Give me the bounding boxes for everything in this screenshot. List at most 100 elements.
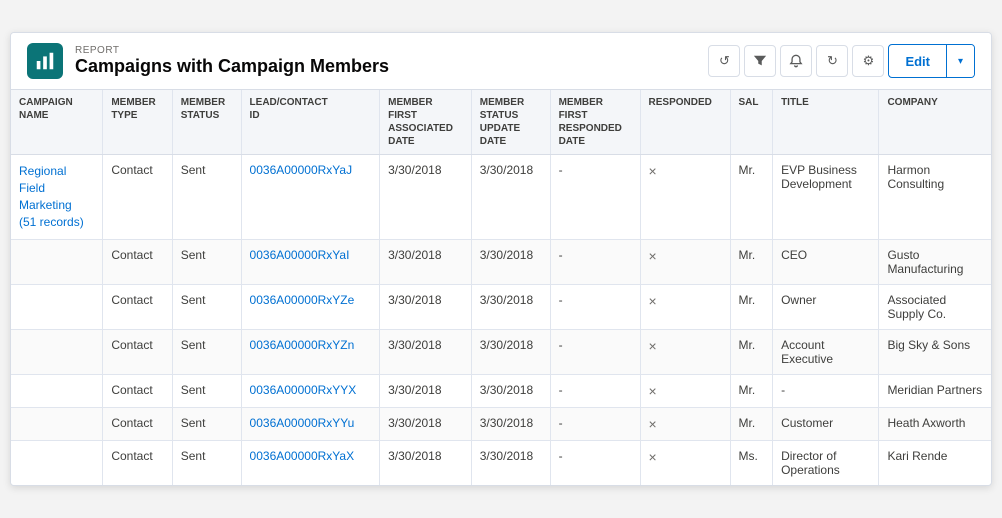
table-row: ContactSent 0036A00000RxYaX 3/30/20183/30/… bbox=[11, 440, 991, 485]
lead-contact-link[interactable]: 0036A00000RxYYX bbox=[250, 383, 357, 397]
x-mark: × bbox=[649, 449, 657, 465]
status-update-date-cell: 3/30/2018 bbox=[471, 239, 550, 284]
sal-cell: Mr. bbox=[730, 374, 773, 407]
th-sal: SAL bbox=[730, 90, 773, 155]
first-responded-date-cell: - bbox=[550, 329, 640, 374]
report-window: REPORT Campaigns with Campaign Members ↺… bbox=[10, 32, 992, 485]
member-type-cell: Contact bbox=[103, 407, 172, 440]
member-type-cell: Contact bbox=[103, 155, 172, 239]
status-update-date-cell: 3/30/2018 bbox=[471, 329, 550, 374]
table-row: ContactSent0036A00000RxYYX3/30/20183/30/… bbox=[11, 374, 991, 407]
company-cell: Meridian Partners bbox=[879, 374, 991, 407]
x-mark: × bbox=[649, 383, 657, 399]
lead-contact-link[interactable]: 0036A00000RxYaX bbox=[250, 449, 355, 463]
table-container: CAMPAIGNNAME MEMBERTYPE MEMBERSTATUS LEA… bbox=[11, 90, 991, 484]
campaign-name-link[interactable]: Regional Field Marketing(51 records) bbox=[19, 164, 84, 228]
settings-button[interactable]: ⚙ bbox=[852, 45, 884, 77]
x-mark: × bbox=[649, 163, 657, 179]
member-status-cell: Sent bbox=[172, 407, 241, 440]
lead-contact-id-cell: 0036A00000RxYaI bbox=[241, 239, 380, 284]
first-assoc-date-cell: 3/30/2018 bbox=[380, 284, 472, 329]
th-company: COMPANY bbox=[879, 90, 991, 155]
refresh-button[interactable]: ↺ bbox=[708, 45, 740, 77]
x-mark: × bbox=[649, 248, 657, 264]
x-mark: × bbox=[649, 338, 657, 354]
table-row: ContactSent0036A00000RxYZn3/30/20183/30/… bbox=[11, 329, 991, 374]
first-responded-date-cell: - bbox=[550, 374, 640, 407]
lead-contact-id-cell: 0036A00000RxYYX bbox=[241, 374, 380, 407]
status-update-date-cell: 3/30/2018 bbox=[471, 407, 550, 440]
x-mark: × bbox=[649, 416, 657, 432]
lead-contact-link[interactable]: 0036A00000RxYaI bbox=[250, 248, 350, 262]
responded-cell: × bbox=[640, 407, 730, 440]
lead-contact-link[interactable]: 0036A00000RxYYu bbox=[250, 416, 355, 430]
campaign-name-cell bbox=[11, 440, 103, 485]
lead-contact-id-cell: 0036A00000RxYaX bbox=[241, 440, 380, 485]
th-campaign-name: CAMPAIGNNAME bbox=[11, 90, 103, 155]
lead-contact-id-cell: 0036A00000RxYZn bbox=[241, 329, 380, 374]
company-cell: Big Sky & Sons bbox=[879, 329, 991, 374]
responded-cell: × bbox=[640, 440, 730, 485]
sal-cell: Mr. bbox=[730, 407, 773, 440]
member-status-cell: Sent bbox=[172, 239, 241, 284]
first-assoc-date-cell: 3/30/2018 bbox=[380, 374, 472, 407]
member-type-cell: Contact bbox=[103, 284, 172, 329]
first-assoc-date-cell: 3/30/2018 bbox=[380, 440, 472, 485]
x-mark: × bbox=[649, 293, 657, 309]
th-title: TITLE bbox=[773, 90, 879, 155]
sal-cell: Mr. bbox=[730, 155, 773, 239]
member-type-cell: Contact bbox=[103, 374, 172, 407]
status-update-date-cell: 3/30/2018 bbox=[471, 155, 550, 239]
member-status-cell: Sent bbox=[172, 155, 241, 239]
first-assoc-date-cell: 3/30/2018 bbox=[380, 239, 472, 284]
first-responded-date-cell: - bbox=[550, 407, 640, 440]
first-responded-date-cell: - bbox=[550, 440, 640, 485]
th-member-first-responded: MEMBER FIRST RESPONDED DATE bbox=[550, 90, 640, 155]
campaign-name-cell bbox=[11, 239, 103, 284]
first-responded-date-cell: - bbox=[550, 155, 640, 239]
th-lead-contact-id: LEAD/CONTACTID bbox=[241, 90, 380, 155]
lead-contact-link[interactable]: 0036A00000RxYaJ bbox=[250, 163, 353, 177]
edit-button[interactable]: Edit bbox=[889, 48, 946, 75]
header-row: CAMPAIGNNAME MEMBERTYPE MEMBERSTATUS LEA… bbox=[11, 90, 991, 155]
responded-cell: × bbox=[640, 284, 730, 329]
member-type-cell: Contact bbox=[103, 329, 172, 374]
first-responded-date-cell: - bbox=[550, 284, 640, 329]
responded-cell: × bbox=[640, 329, 730, 374]
first-assoc-date-cell: 3/30/2018 bbox=[380, 329, 472, 374]
table-header: CAMPAIGNNAME MEMBERTYPE MEMBERSTATUS LEA… bbox=[11, 90, 991, 155]
title-cell: - bbox=[773, 374, 879, 407]
edit-dropdown-button[interactable]: ▾ bbox=[946, 45, 974, 77]
report-header: REPORT Campaigns with Campaign Members ↺… bbox=[11, 33, 991, 90]
th-member-status-update: MEMBER STATUS UPDATE DATE bbox=[471, 90, 550, 155]
campaign-name-cell: Regional Field Marketing(51 records) bbox=[11, 155, 103, 239]
first-assoc-date-cell: 3/30/2018 bbox=[380, 155, 472, 239]
lead-contact-link[interactable]: 0036A00000RxYZn bbox=[250, 338, 355, 352]
edit-btn-group: Edit ▾ bbox=[888, 44, 975, 78]
sal-cell: Mr. bbox=[730, 239, 773, 284]
responded-cell: × bbox=[640, 155, 730, 239]
company-cell: Associated Supply Co. bbox=[879, 284, 991, 329]
th-member-type: MEMBERTYPE bbox=[103, 90, 172, 155]
campaign-name-cell bbox=[11, 284, 103, 329]
title-cell: Owner bbox=[773, 284, 879, 329]
lead-contact-id-cell: 0036A00000RxYaJ bbox=[241, 155, 380, 239]
lead-contact-id-cell: 0036A00000RxYYu bbox=[241, 407, 380, 440]
company-cell: Harmon Consulting bbox=[879, 155, 991, 239]
lead-contact-link[interactable]: 0036A00000RxYZe bbox=[250, 293, 355, 307]
report-table: CAMPAIGNNAME MEMBERTYPE MEMBERSTATUS LEA… bbox=[11, 90, 991, 484]
member-status-cell: Sent bbox=[172, 284, 241, 329]
reload-button[interactable]: ↻ bbox=[816, 45, 848, 77]
lead-contact-id-cell: 0036A00000RxYZe bbox=[241, 284, 380, 329]
filter-button[interactable] bbox=[744, 45, 776, 77]
table-row: ContactSent 0036A00000RxYaI 3/30/20183/30/… bbox=[11, 239, 991, 284]
responded-cell: × bbox=[640, 239, 730, 284]
campaign-name-cell bbox=[11, 329, 103, 374]
member-status-cell: Sent bbox=[172, 440, 241, 485]
first-responded-date-cell: - bbox=[550, 239, 640, 284]
table-row: Regional Field Marketing(51 records) Cont… bbox=[11, 155, 991, 239]
member-type-cell: Contact bbox=[103, 239, 172, 284]
subscribe-button[interactable] bbox=[780, 45, 812, 77]
member-type-cell: Contact bbox=[103, 440, 172, 485]
status-update-date-cell: 3/30/2018 bbox=[471, 440, 550, 485]
